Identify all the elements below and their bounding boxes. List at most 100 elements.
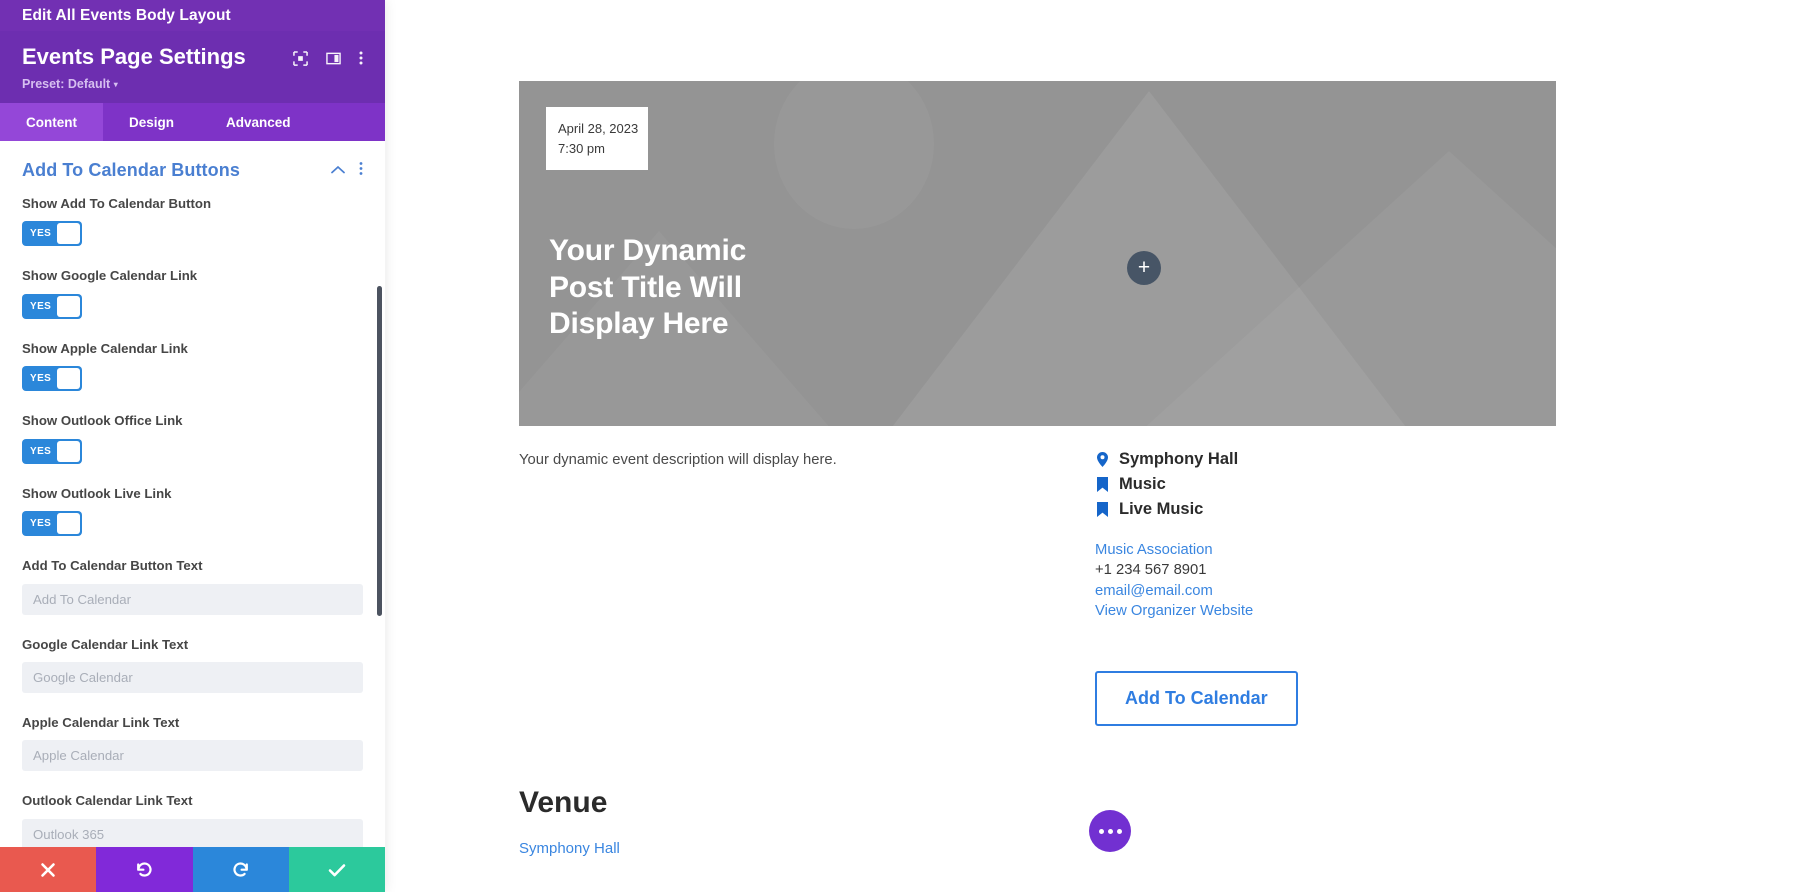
- check-icon: [328, 863, 346, 876]
- event-meta-list: Symphony Hall Music Live Music: [1095, 450, 1238, 525]
- chevron-down-icon: ▾: [113, 80, 118, 89]
- tab-advanced[interactable]: Advanced: [200, 103, 317, 141]
- event-title-line-1: Your Dynamic: [549, 234, 747, 267]
- undo-button[interactable]: [96, 847, 193, 892]
- section-title: Add To Calendar Buttons: [22, 160, 240, 180]
- toggle-knob: [57, 513, 80, 535]
- venue-link[interactable]: Symphony Hall: [519, 840, 620, 857]
- panel-scrollbar[interactable]: [377, 141, 382, 847]
- toggle-show-outlook-live-link[interactable]: YES: [22, 511, 82, 537]
- more-horizontal-icon: [1107, 828, 1113, 834]
- organizer-phone: +1 234 567 8901: [1095, 562, 1207, 579]
- toggle-value: YES: [30, 373, 52, 385]
- meta-row-venue: Symphony Hall: [1095, 450, 1238, 469]
- field-show-apple-calendar-link: Show Apple Calendar Link YES: [0, 340, 385, 392]
- field-google-calendar-link-text: Google Calendar Link Text: [0, 636, 385, 693]
- field-show-google-calendar-link: Show Google Calendar Link YES: [0, 267, 385, 319]
- toggle-show-outlook-office-link[interactable]: YES: [22, 438, 82, 464]
- plus-icon: +: [1137, 255, 1151, 279]
- section-add-to-calendar-buttons[interactable]: Add To Calendar Buttons: [0, 141, 385, 195]
- page-settings-fab[interactable]: [1089, 810, 1131, 852]
- panel-header-icons: [293, 45, 363, 71]
- redo-button[interactable]: [192, 847, 289, 892]
- panel-body: Add To Calendar Buttons Show Add To Cale…: [0, 141, 385, 847]
- field-label: Add To Calendar Button Text: [22, 558, 203, 574]
- focus-icon[interactable]: [293, 50, 308, 71]
- venue-heading: Venue: [519, 786, 608, 819]
- field-label: Outlook Calendar Link Text: [22, 793, 193, 809]
- toggle-knob: [57, 223, 80, 245]
- field-label: Show Add To Calendar Button: [22, 196, 212, 211]
- apple-calendar-link-text-input[interactable]: [22, 740, 363, 772]
- toggle-value: YES: [30, 518, 52, 530]
- more-horizontal-icon: [1116, 828, 1122, 834]
- field-add-to-calendar-button-text: Add To Calendar Button Text: [0, 557, 385, 615]
- section-more-vertical-icon[interactable]: [359, 161, 363, 181]
- event-title-line-2: Post Title Will: [549, 270, 742, 304]
- google-calendar-link-text-input[interactable]: [22, 661, 363, 693]
- field-label: Google Calendar Link Text: [22, 636, 189, 652]
- panel-topbar: Edit All Events Body Layout: [0, 0, 385, 31]
- meta-row-category-2: Live Music: [1095, 500, 1238, 519]
- event-date-badge: April 28, 2023 7:30 pm: [546, 107, 648, 171]
- add-to-calendar-button[interactable]: Add To Calendar: [1095, 671, 1298, 726]
- cancel-button[interactable]: [0, 847, 97, 892]
- field-outlook-calendar-link-text: Outlook Calendar Link Text: [0, 792, 385, 847]
- settings-panel: Edit All Events Body Layout Events Page …: [0, 0, 385, 892]
- meta-text: Symphony Hall: [1119, 450, 1239, 468]
- bookmark-icon: [1095, 502, 1109, 517]
- add-to-calendar-button-text-input[interactable]: [22, 583, 363, 615]
- add-module-button[interactable]: +: [1127, 251, 1161, 285]
- more-horizontal-icon: [1098, 828, 1104, 834]
- page-canvas: April 28, 2023 7:30 pm Your Dynamic Post…: [385, 0, 1800, 892]
- event-title: Your Dynamic Post Title Will Display Her…: [549, 233, 746, 343]
- field-label: Show Outlook Office Link: [22, 413, 183, 429]
- field-label: Show Apple Calendar Link: [22, 340, 188, 356]
- toggle-show-apple-calendar-link[interactable]: YES: [22, 366, 82, 392]
- toggle-show-add-to-calendar-button[interactable]: YES: [22, 221, 82, 247]
- tab-design[interactable]: Design: [103, 103, 200, 141]
- panel-scrollbar-thumb[interactable]: [377, 286, 382, 616]
- chevron-up-icon[interactable]: [331, 162, 345, 180]
- organizer-website-link[interactable]: View Organizer Website: [1095, 601, 1253, 621]
- toggle-knob: [57, 440, 80, 462]
- event-title-line-3: Display Here: [549, 307, 729, 341]
- organizer-name-link[interactable]: Music Association: [1095, 540, 1253, 560]
- event-date: April 28, 2023: [558, 121, 639, 136]
- layout-title: Edit All Events Body Layout: [22, 6, 231, 24]
- panel-title: Events Page Settings: [22, 44, 246, 69]
- toggle-knob: [57, 295, 80, 317]
- meta-text: Music: [1119, 475, 1166, 493]
- close-icon: [41, 862, 55, 877]
- save-button[interactable]: [288, 847, 385, 892]
- redo-icon: [233, 861, 248, 877]
- event-description: Your dynamic event description will disp…: [519, 452, 837, 468]
- panel-tabs: Content Design Advanced: [0, 103, 385, 141]
- meta-text: Live Music: [1119, 500, 1204, 518]
- panel-layout-icon[interactable]: [326, 51, 341, 71]
- field-label: Show Google Calendar Link: [22, 268, 198, 284]
- field-label: Show Outlook Live Link: [22, 485, 172, 501]
- outlook-calendar-link-text-input[interactable]: [22, 818, 363, 847]
- meta-row-category-1: Music: [1095, 475, 1238, 494]
- bookmark-icon: [1095, 477, 1109, 492]
- event-featured-image[interactable]: April 28, 2023 7:30 pm Your Dynamic Post…: [519, 81, 1556, 426]
- event-time: 7:30 pm: [558, 141, 605, 157]
- location-pin-icon: [1095, 452, 1109, 467]
- field-label: Apple Calendar Link Text: [22, 714, 180, 730]
- field-apple-calendar-link-text: Apple Calendar Link Text: [0, 714, 385, 772]
- event-organizer-block: Music Association +1 234 567 8901 email@…: [1095, 540, 1253, 621]
- more-vertical-icon[interactable]: [359, 50, 363, 71]
- panel-footer: [0, 847, 385, 892]
- preset-label: Preset: Default: [22, 77, 111, 91]
- panel-header: Events Page Settings Preset: Default ▾: [0, 31, 385, 103]
- preset-selector[interactable]: Preset: Default ▾: [22, 77, 363, 91]
- field-show-outlook-office-link: Show Outlook Office Link YES: [0, 412, 385, 464]
- tab-content[interactable]: Content: [0, 103, 103, 141]
- field-show-add-to-calendar-button: Show Add To Calendar Button YES: [0, 195, 385, 247]
- toggle-show-google-calendar-link[interactable]: YES: [22, 293, 82, 319]
- organizer-email-link[interactable]: email@email.com: [1095, 581, 1253, 601]
- toggle-value: YES: [30, 300, 52, 312]
- toggle-knob: [57, 368, 80, 390]
- undo-icon: [137, 861, 152, 877]
